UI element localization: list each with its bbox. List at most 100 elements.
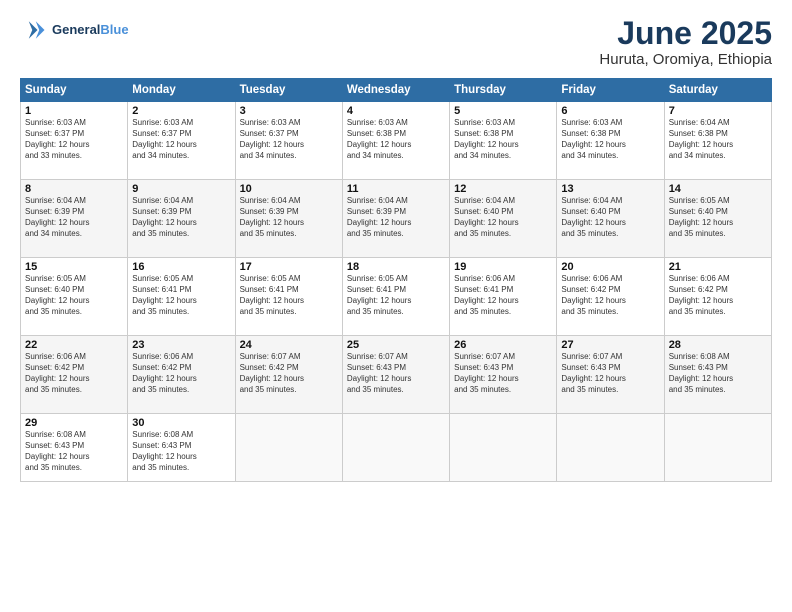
cell-details: Sunrise: 6:08 AM Sunset: 6:43 PM Dayligh… (669, 352, 767, 395)
day-number: 10 (240, 183, 338, 195)
day-number: 27 (561, 339, 659, 351)
cell-details: Sunrise: 6:05 AM Sunset: 6:40 PM Dayligh… (25, 274, 123, 317)
cell-details: Sunrise: 6:06 AM Sunset: 6:42 PM Dayligh… (25, 352, 123, 395)
logo-blue: Blue (100, 22, 128, 37)
cell-details: Sunrise: 6:06 AM Sunset: 6:42 PM Dayligh… (561, 274, 659, 317)
day-number: 26 (454, 339, 552, 351)
table-row: 5Sunrise: 6:03 AM Sunset: 6:38 PM Daylig… (450, 102, 557, 180)
cell-details: Sunrise: 6:03 AM Sunset: 6:38 PM Dayligh… (454, 118, 552, 161)
day-number: 16 (132, 261, 230, 273)
cell-details: Sunrise: 6:05 AM Sunset: 6:41 PM Dayligh… (132, 274, 230, 317)
cell-details: Sunrise: 6:03 AM Sunset: 6:37 PM Dayligh… (132, 118, 230, 161)
cell-details: Sunrise: 6:05 AM Sunset: 6:41 PM Dayligh… (347, 274, 445, 317)
title-block: June 2025 Huruta, Oromiya, Ethiopia (599, 16, 772, 68)
table-row: 19Sunrise: 6:06 AM Sunset: 6:41 PM Dayli… (450, 258, 557, 336)
day-number: 30 (132, 417, 230, 429)
table-row: 13Sunrise: 6:04 AM Sunset: 6:40 PM Dayli… (557, 180, 664, 258)
calendar-body: 1Sunrise: 6:03 AM Sunset: 6:37 PM Daylig… (21, 102, 772, 482)
cell-details: Sunrise: 6:06 AM Sunset: 6:42 PM Dayligh… (669, 274, 767, 317)
table-row: 29Sunrise: 6:08 AM Sunset: 6:43 PM Dayli… (21, 414, 128, 482)
logo-general: General (52, 22, 100, 37)
table-row: 1Sunrise: 6:03 AM Sunset: 6:37 PM Daylig… (21, 102, 128, 180)
table-row (557, 414, 664, 482)
cell-details: Sunrise: 6:03 AM Sunset: 6:38 PM Dayligh… (561, 118, 659, 161)
logo: GeneralBlue (20, 16, 129, 44)
cell-details: Sunrise: 6:04 AM Sunset: 6:39 PM Dayligh… (347, 196, 445, 239)
cell-details: Sunrise: 6:04 AM Sunset: 6:39 PM Dayligh… (25, 196, 123, 239)
table-row: 4Sunrise: 6:03 AM Sunset: 6:38 PM Daylig… (342, 102, 449, 180)
day-number: 3 (240, 105, 338, 117)
cell-details: Sunrise: 6:08 AM Sunset: 6:43 PM Dayligh… (132, 430, 230, 473)
day-number: 17 (240, 261, 338, 273)
table-row: 22Sunrise: 6:06 AM Sunset: 6:42 PM Dayli… (21, 336, 128, 414)
day-number: 18 (347, 261, 445, 273)
table-row: 12Sunrise: 6:04 AM Sunset: 6:40 PM Dayli… (450, 180, 557, 258)
cell-details: Sunrise: 6:05 AM Sunset: 6:41 PM Dayligh… (240, 274, 338, 317)
table-row (450, 414, 557, 482)
day-number: 20 (561, 261, 659, 273)
day-number: 11 (347, 183, 445, 195)
day-number: 29 (25, 417, 123, 429)
table-row: 6Sunrise: 6:03 AM Sunset: 6:38 PM Daylig… (557, 102, 664, 180)
day-number: 4 (347, 105, 445, 117)
calendar-header: Sunday Monday Tuesday Wednesday Thursday… (21, 79, 772, 102)
table-row (342, 414, 449, 482)
table-row: 7Sunrise: 6:04 AM Sunset: 6:38 PM Daylig… (664, 102, 771, 180)
cell-details: Sunrise: 6:04 AM Sunset: 6:40 PM Dayligh… (561, 196, 659, 239)
day-number: 14 (669, 183, 767, 195)
cell-details: Sunrise: 6:04 AM Sunset: 6:39 PM Dayligh… (240, 196, 338, 239)
cell-details: Sunrise: 6:07 AM Sunset: 6:43 PM Dayligh… (454, 352, 552, 395)
table-row: 24Sunrise: 6:07 AM Sunset: 6:42 PM Dayli… (235, 336, 342, 414)
table-row: 3Sunrise: 6:03 AM Sunset: 6:37 PM Daylig… (235, 102, 342, 180)
logo-icon (20, 16, 48, 44)
cell-details: Sunrise: 6:07 AM Sunset: 6:43 PM Dayligh… (561, 352, 659, 395)
cell-details: Sunrise: 6:03 AM Sunset: 6:37 PM Dayligh… (240, 118, 338, 161)
table-row: 30Sunrise: 6:08 AM Sunset: 6:43 PM Dayli… (128, 414, 235, 482)
table-row: 2Sunrise: 6:03 AM Sunset: 6:37 PM Daylig… (128, 102, 235, 180)
table-row: 20Sunrise: 6:06 AM Sunset: 6:42 PM Dayli… (557, 258, 664, 336)
location: Huruta, Oromiya, Ethiopia (599, 51, 772, 68)
day-number: 9 (132, 183, 230, 195)
header-row: Sunday Monday Tuesday Wednesday Thursday… (21, 79, 772, 102)
cell-details: Sunrise: 6:07 AM Sunset: 6:43 PM Dayligh… (347, 352, 445, 395)
col-friday: Friday (557, 79, 664, 102)
table-row: 10Sunrise: 6:04 AM Sunset: 6:39 PM Dayli… (235, 180, 342, 258)
col-saturday: Saturday (664, 79, 771, 102)
calendar-table: Sunday Monday Tuesday Wednesday Thursday… (20, 78, 772, 482)
day-number: 7 (669, 105, 767, 117)
table-row: 23Sunrise: 6:06 AM Sunset: 6:42 PM Dayli… (128, 336, 235, 414)
cell-details: Sunrise: 6:04 AM Sunset: 6:40 PM Dayligh… (454, 196, 552, 239)
day-number: 13 (561, 183, 659, 195)
day-number: 21 (669, 261, 767, 273)
table-row: 25Sunrise: 6:07 AM Sunset: 6:43 PM Dayli… (342, 336, 449, 414)
logo-text: GeneralBlue (52, 22, 129, 38)
table-row: 26Sunrise: 6:07 AM Sunset: 6:43 PM Dayli… (450, 336, 557, 414)
day-number: 19 (454, 261, 552, 273)
day-number: 6 (561, 105, 659, 117)
cell-details: Sunrise: 6:03 AM Sunset: 6:38 PM Dayligh… (347, 118, 445, 161)
day-number: 28 (669, 339, 767, 351)
day-number: 8 (25, 183, 123, 195)
cell-details: Sunrise: 6:03 AM Sunset: 6:37 PM Dayligh… (25, 118, 123, 161)
month-title: June 2025 (599, 16, 772, 51)
day-number: 25 (347, 339, 445, 351)
table-row (664, 414, 771, 482)
cell-details: Sunrise: 6:06 AM Sunset: 6:42 PM Dayligh… (132, 352, 230, 395)
col-sunday: Sunday (21, 79, 128, 102)
col-wednesday: Wednesday (342, 79, 449, 102)
day-number: 2 (132, 105, 230, 117)
col-thursday: Thursday (450, 79, 557, 102)
day-number: 23 (132, 339, 230, 351)
day-number: 1 (25, 105, 123, 117)
cell-details: Sunrise: 6:04 AM Sunset: 6:38 PM Dayligh… (669, 118, 767, 161)
table-row: 21Sunrise: 6:06 AM Sunset: 6:42 PM Dayli… (664, 258, 771, 336)
col-monday: Monday (128, 79, 235, 102)
table-row: 27Sunrise: 6:07 AM Sunset: 6:43 PM Dayli… (557, 336, 664, 414)
cell-details: Sunrise: 6:05 AM Sunset: 6:40 PM Dayligh… (669, 196, 767, 239)
day-number: 22 (25, 339, 123, 351)
cell-details: Sunrise: 6:08 AM Sunset: 6:43 PM Dayligh… (25, 430, 123, 473)
day-number: 24 (240, 339, 338, 351)
table-row: 9Sunrise: 6:04 AM Sunset: 6:39 PM Daylig… (128, 180, 235, 258)
col-tuesday: Tuesday (235, 79, 342, 102)
day-number: 12 (454, 183, 552, 195)
